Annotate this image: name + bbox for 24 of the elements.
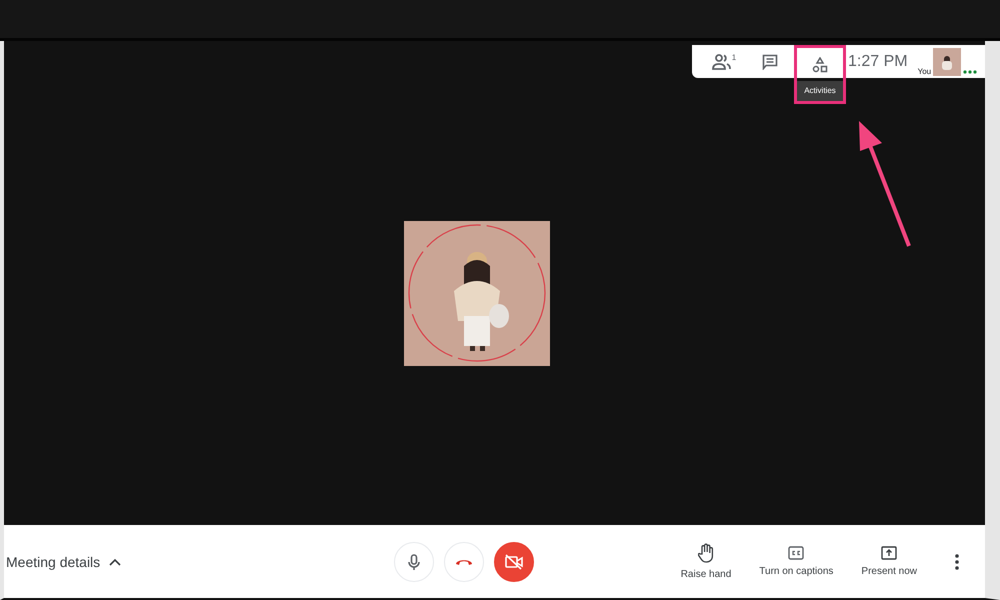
- more-icon: [963, 70, 978, 74]
- camera-button[interactable]: [494, 542, 534, 582]
- microphone-button[interactable]: [394, 542, 434, 582]
- caret-icon: [109, 558, 122, 566]
- phone-icon: [455, 558, 473, 566]
- tooltip: Activities: [794, 81, 846, 104]
- present-button[interactable]: Present now: [861, 546, 917, 577]
- meeting-details-button[interactable]: Meeting details: [4, 554, 124, 570]
- captions-icon: [788, 546, 804, 560]
- chat-icon: [762, 54, 778, 70]
- hand-icon: [698, 543, 714, 563]
- self-avatar: [933, 48, 962, 76]
- present-icon: [881, 546, 898, 560]
- people-button[interactable]: 1: [702, 45, 746, 78]
- hand-button[interactable]: Raise hand: [680, 543, 732, 580]
- shapes-icon: [812, 56, 828, 72]
- more-options-icon[interactable]: [955, 554, 959, 570]
- people-count: 1: [732, 53, 736, 62]
- captions-button[interactable]: Turn on captions: [759, 546, 834, 577]
- people-icon: [712, 52, 732, 70]
- clock-time: 1:27 PM: [848, 52, 908, 70]
- microphone-icon: [408, 554, 420, 570]
- camera-icon: [505, 554, 523, 570]
- self-label: You: [918, 67, 932, 76]
